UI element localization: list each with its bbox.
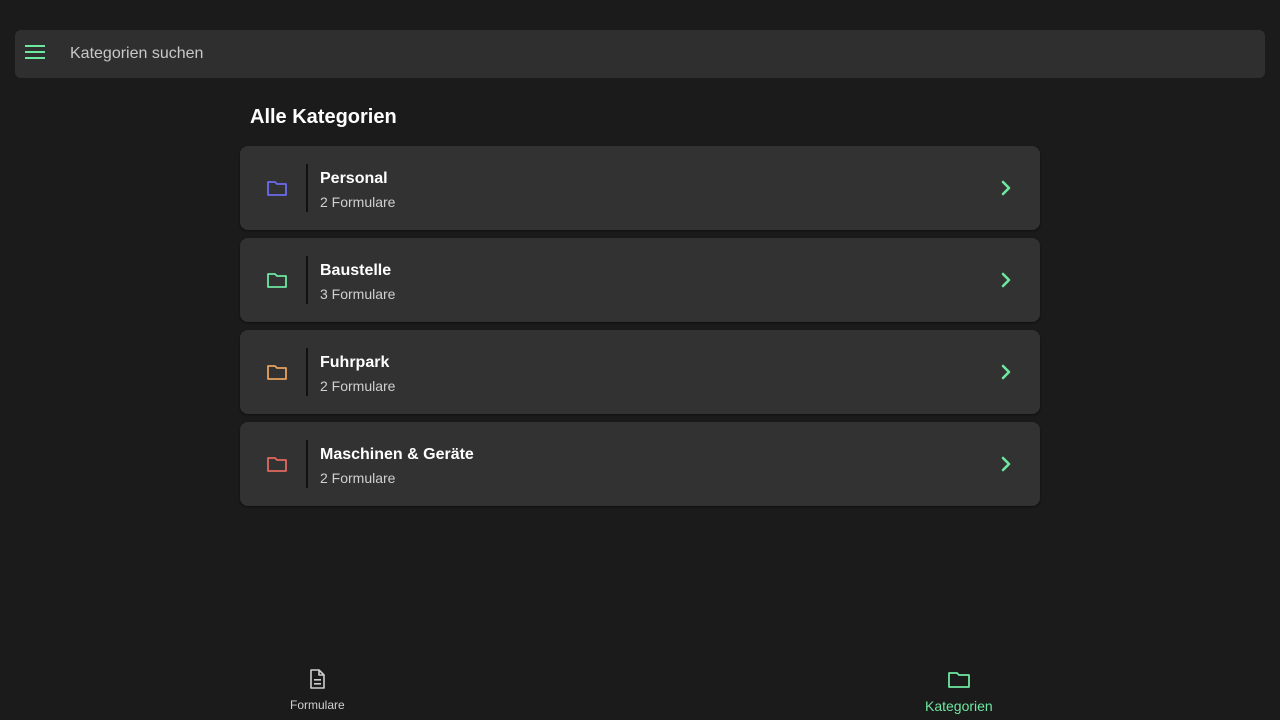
folder-icon (266, 178, 288, 198)
category-name: Fuhrpark (320, 354, 390, 371)
chevron-right-icon (996, 362, 1016, 382)
divider (306, 256, 308, 304)
category-name: Baustelle (320, 262, 392, 279)
divider (306, 164, 308, 212)
search-bar (15, 30, 1265, 78)
nav-item-formulare[interactable]: Formulare (290, 668, 345, 712)
page-title: Alle Kategorien (250, 106, 397, 128)
category-count: 2 Formulare (320, 378, 396, 394)
folder-icon (266, 270, 288, 290)
category-count: 2 Formulare (320, 194, 396, 210)
nav-label: Formulare (290, 698, 345, 712)
document-icon (307, 668, 327, 695)
divider (306, 440, 308, 488)
menu-button[interactable] (15, 30, 55, 78)
category-count: 3 Formulare (320, 286, 396, 302)
folder-icon (266, 454, 288, 474)
menu-icon (25, 44, 45, 64)
chevron-right-icon (996, 270, 1016, 290)
chevron-right-icon (996, 454, 1016, 474)
category-list: Personal 2 Formulare Baustelle 3 Formula… (240, 146, 1040, 514)
category-count: 2 Formulare (320, 470, 396, 486)
chevron-right-icon (996, 178, 1016, 198)
folder-icon (947, 668, 971, 695)
category-name: Maschinen & Geräte (320, 446, 474, 463)
category-card-maschinen-geraete[interactable]: Maschinen & Geräte 2 Formulare (240, 422, 1040, 506)
category-card-personal[interactable]: Personal 2 Formulare (240, 146, 1040, 230)
nav-label: Kategorien (925, 698, 993, 714)
folder-icon (266, 362, 288, 382)
nav-item-kategorien[interactable]: Kategorien (925, 668, 993, 714)
search-input[interactable] (70, 34, 1170, 74)
divider (306, 348, 308, 396)
category-name: Personal (320, 170, 388, 187)
category-card-fuhrpark[interactable]: Fuhrpark 2 Formulare (240, 330, 1040, 414)
category-card-baustelle[interactable]: Baustelle 3 Formulare (240, 238, 1040, 322)
